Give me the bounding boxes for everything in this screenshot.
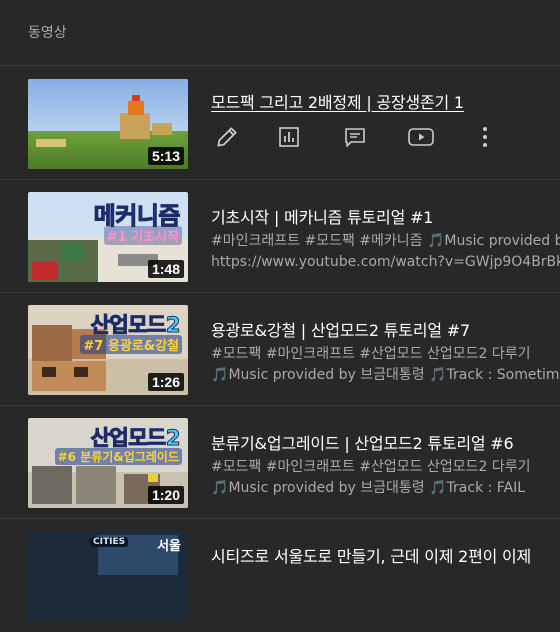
video-title[interactable]: 시티즈로 서울도로 만들기, 근데 이제 2편이 이제 bbox=[211, 543, 560, 567]
video-thumbnail[interactable]: 5:13 bbox=[28, 79, 188, 169]
video-title[interactable]: 용광로&강철 | 산업모드2 튜토리얼 #7 bbox=[211, 317, 560, 341]
section-title: 동영상 bbox=[28, 25, 67, 41]
section-header: 동영상 bbox=[0, 0, 560, 66]
video-row[interactable]: 메커니즘 #1 기초시작 1:48 기초시작 | 메카니즘 튜토리얼 #1 #마… bbox=[0, 180, 560, 293]
thumbnail-subline: #1 기초시작 bbox=[103, 226, 182, 245]
video-description-line: #모드팩 #마인크래프트 #산업모드 산업모드2 다루기 bbox=[211, 346, 531, 362]
video-description-line: 🎵Music provided by 브금대통령 🎵Track : Someti… bbox=[211, 367, 560, 383]
youtube-play-icon[interactable] bbox=[406, 122, 436, 152]
thumbnail-headline: 서울 bbox=[157, 539, 181, 554]
thumbnail-subline: #7 용광로&강철 bbox=[80, 335, 182, 354]
video-duration: 5:13 bbox=[147, 147, 184, 165]
video-description-line: https://www.youtube.com/watch?v=GWjp9O4B… bbox=[211, 254, 560, 270]
video-row[interactable]: 산업모드2 #7 용광로&강철 1:26 용광로&강철 | 산업모드2 튜토리얼… bbox=[0, 293, 560, 406]
video-description-line: 🎵Music provided by 브금대통령 🎵Track : FAIL bbox=[211, 480, 526, 496]
video-duration: 1:20 bbox=[147, 486, 184, 504]
analytics-icon[interactable] bbox=[274, 122, 304, 152]
video-thumbnail[interactable]: CITIES 서울 bbox=[28, 531, 188, 621]
video-title[interactable]: 분류기&업그레이드 | 산업모드2 튜토리얼 #6 bbox=[211, 430, 560, 454]
video-row[interactable]: CITIES 서울 시티즈로 서울도로 만들기, 근데 이제 2편이 이제 bbox=[0, 519, 560, 632]
thumbnail-subline: CITIES bbox=[90, 537, 129, 547]
video-thumbnail[interactable]: 산업모드2 #6 분류기&업그레이드 1:20 bbox=[28, 418, 188, 508]
video-description-line: #마인크래프트 #모드팩 #메카니즘 🎵Music provided by 브금… bbox=[211, 233, 560, 249]
edit-icon[interactable] bbox=[212, 122, 242, 152]
video-thumbnail[interactable]: 산업모드2 #7 용광로&강철 1:26 bbox=[28, 305, 188, 395]
more-options-icon[interactable] bbox=[470, 122, 500, 152]
video-duration: 1:48 bbox=[147, 260, 184, 278]
video-thumbnail[interactable]: 메커니즘 #1 기초시작 1:48 bbox=[28, 192, 188, 282]
video-duration: 1:26 bbox=[147, 373, 184, 391]
video-title[interactable]: 기초시작 | 메카니즘 튜토리얼 #1 bbox=[211, 204, 560, 228]
video-description-line: #모드팩 #마인크래프트 #산업모드 산업모드2 다루기 bbox=[211, 459, 531, 475]
thumbnail-subline: #6 분류기&업그레이드 bbox=[54, 448, 182, 465]
comments-icon[interactable] bbox=[340, 122, 370, 152]
video-actions bbox=[212, 122, 502, 152]
video-row[interactable]: 5:13 모드팩 그리고 2배정제 | 공장생존기 1 bbox=[0, 67, 560, 180]
video-row[interactable]: 산업모드2 #6 분류기&업그레이드 1:20 분류기&업그레이드 | 산업모드… bbox=[0, 406, 560, 519]
video-title[interactable]: 모드팩 그리고 2배정제 | 공장생존기 1 bbox=[211, 89, 560, 113]
